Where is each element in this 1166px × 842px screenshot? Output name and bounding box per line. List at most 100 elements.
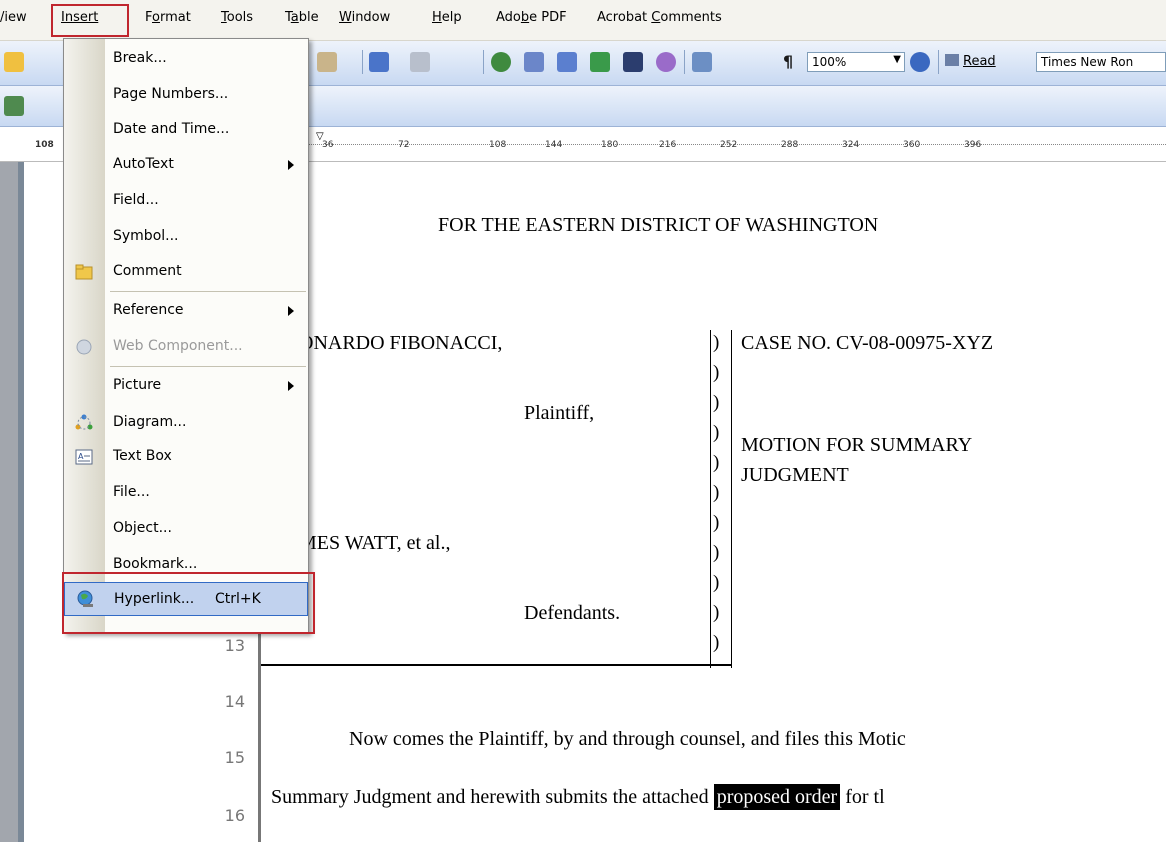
body-paragraph-line: Summary Judgment and herewith submits th… — [271, 784, 885, 810]
menu-item-date-time[interactable]: Date and Time... — [64, 112, 308, 148]
tables-borders-icon[interactable] — [524, 52, 544, 72]
caption-paren: ) — [713, 572, 720, 593]
left-gray-area — [0, 162, 18, 842]
body-text: for tl — [840, 786, 885, 808]
book-icon — [945, 54, 959, 66]
read-button[interactable]: Read — [945, 54, 996, 69]
undo-icon[interactable] — [369, 52, 389, 72]
menu-item-label: Comment — [113, 263, 182, 279]
menu-item-label: Field... — [113, 192, 159, 208]
body-paragraph-line: Now comes the Plaintiff, by and through … — [349, 728, 906, 750]
zoom-select[interactable]: 100% ▼ — [807, 52, 905, 72]
menu-separator — [110, 291, 306, 292]
menu-help[interactable]: Help — [432, 10, 462, 25]
print-icon[interactable] — [4, 52, 24, 72]
menu-item-label: Symbol... — [113, 228, 179, 244]
menu-bar: /iew Insert Format Tools Table Window He… — [0, 0, 1166, 41]
selected-text[interactable]: proposed order — [713, 784, 841, 810]
caption-paren: ) — [713, 602, 720, 623]
insert-menu-highlight-box — [51, 4, 129, 37]
menu-item-label: File... — [113, 484, 150, 500]
menu-view[interactable]: /iew — [0, 10, 27, 25]
text-box-icon: A — [74, 447, 94, 467]
ruler-mark: 108 — [489, 140, 507, 150]
menu-item-break[interactable]: Break... — [64, 41, 308, 77]
menu-item-comment[interactable]: Comment — [64, 254, 308, 290]
toolbar-separator — [483, 50, 484, 74]
web-component-icon — [74, 337, 94, 357]
menu-tools[interactable]: Tools — [221, 10, 253, 25]
ruler-mark: 396 — [964, 140, 982, 150]
menu-item-picture[interactable]: Picture — [64, 368, 308, 404]
indent-marker-icon[interactable]: ▽ — [316, 131, 324, 142]
menu-item-web-component: Web Component... — [64, 329, 308, 365]
menu-item-label: AutoText — [113, 156, 174, 172]
document-page[interactable]: FOR THE EASTERN DISTRICT OF WASHINGTON )… — [261, 162, 1166, 842]
insert-table-icon[interactable] — [557, 52, 577, 72]
drawing-icon[interactable] — [656, 52, 676, 72]
menu-item-diagram[interactable]: Diagram... — [64, 405, 308, 441]
format-painter-icon[interactable] — [317, 52, 337, 72]
motion-title-line-1: MOTION FOR SUMMARY — [741, 434, 973, 456]
menu-item-label: Text Box — [113, 448, 172, 464]
ruler-mark: 72 — [398, 140, 410, 150]
body-text: Summary Judgment and herewith submits th… — [271, 786, 714, 808]
hyperlink-highlight-box — [62, 572, 315, 634]
font-name-field[interactable]: Times New Ron — [1036, 52, 1166, 72]
menu-item-field[interactable]: Field... — [64, 183, 308, 219]
line-number: 14 — [224, 692, 245, 711]
document-map-icon[interactable] — [692, 52, 712, 72]
menu-separator — [110, 366, 306, 367]
menu-item-reference[interactable]: Reference — [64, 293, 308, 329]
line-number: 13 — [224, 636, 245, 655]
ruler-mark: 144 — [545, 140, 563, 150]
menu-item-label: Web Component... — [113, 338, 243, 354]
caption-paren: ) — [713, 542, 720, 563]
menu-item-file[interactable]: File... — [64, 475, 308, 511]
toolbar-options-icon[interactable] — [4, 96, 24, 116]
plaintiff-name: ONARDO FIBONACCI, — [299, 332, 503, 354]
caption-paren: ) — [713, 422, 720, 443]
menu-item-label: Reference — [113, 302, 184, 318]
redo-icon[interactable] — [410, 52, 430, 72]
menu-item-symbol[interactable]: Symbol... — [64, 219, 308, 255]
help-icon[interactable] — [910, 52, 930, 72]
caption-paren: ) — [713, 332, 720, 353]
menu-item-label: Object... — [113, 520, 172, 536]
toolbar-separator — [362, 50, 363, 74]
columns-icon[interactable] — [623, 52, 643, 72]
insert-hyperlink-icon[interactable] — [491, 52, 511, 72]
zoom-value: 100% — [812, 55, 847, 69]
menu-item-object[interactable]: Object... — [64, 511, 308, 547]
defendant-role: Defendants. — [524, 602, 621, 624]
menu-table[interactable]: Table — [285, 10, 319, 25]
motion-title-line-2: JUDGMENT — [741, 464, 849, 486]
menu-adobe-pdf[interactable]: Adobe PDF — [496, 10, 567, 25]
insert-excel-icon[interactable] — [590, 52, 610, 72]
court-district-line: FOR THE EASTERN DISTRICT OF WASHINGTON — [438, 214, 879, 236]
menu-item-text-box[interactable]: A Text Box — [64, 439, 308, 475]
menu-item-page-numbers[interactable]: Page Numbers... — [64, 77, 308, 113]
caption-bottom-rule — [261, 664, 731, 666]
caption-paren: ) — [713, 632, 720, 653]
show-hide-formatting-icon[interactable]: ¶ — [783, 52, 793, 71]
chevron-down-icon: ▼ — [893, 54, 901, 65]
caption-divider — [710, 330, 711, 668]
ruler-mark: 180 — [601, 140, 619, 150]
insert-menu-dropdown: Break... Page Numbers... Date and Time..… — [63, 38, 309, 633]
caption-paren: ) — [713, 452, 720, 473]
ruler-mark: 252 — [720, 140, 738, 150]
ruler-mark: 216 — [659, 140, 677, 150]
toolbar-separator — [684, 50, 685, 74]
menu-item-label: Date and Time... — [113, 121, 230, 137]
ruler-mark: 324 — [842, 140, 860, 150]
case-number: CASE NO. CV-08-00975-XYZ — [741, 332, 994, 354]
toolbar-separator — [938, 50, 939, 74]
menu-format[interactable]: Format — [145, 10, 191, 25]
menu-item-autotext[interactable]: AutoText — [64, 147, 308, 183]
caption-paren: ) — [713, 512, 720, 533]
menu-acrobat-comments[interactable]: Acrobat Comments — [597, 10, 722, 25]
menu-item-label: Picture — [113, 377, 162, 393]
line-number: 15 — [224, 748, 245, 767]
menu-window[interactable]: Window — [339, 10, 390, 25]
